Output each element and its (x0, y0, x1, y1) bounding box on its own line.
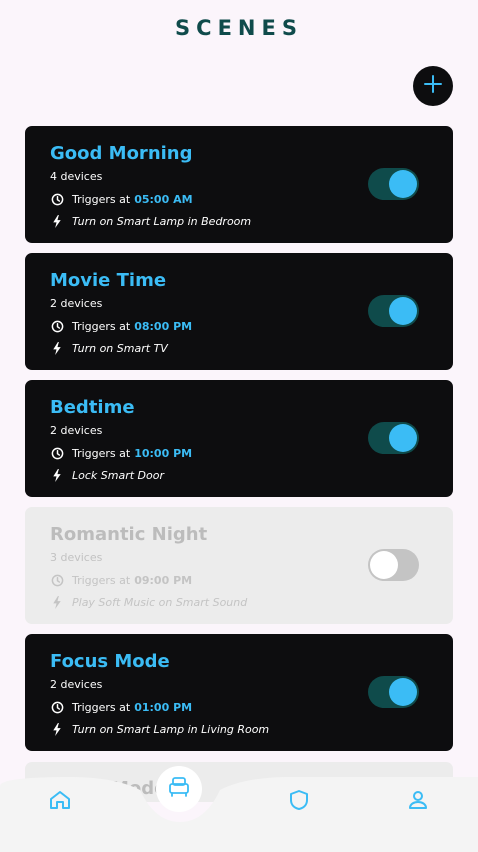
toggle-knob (389, 297, 417, 325)
scene-toggle[interactable] (368, 676, 419, 708)
scene-card[interactable]: Bedtime 2 devices Triggers at 10:00 PM L… (25, 380, 453, 497)
device-count: 2 devices (50, 297, 103, 310)
scene-name: Good Morning (50, 143, 193, 164)
lightning-icon (50, 214, 64, 228)
action-text: Play Soft Music on Smart Sound (72, 595, 248, 609)
scene-name: Romantic Night (50, 524, 208, 545)
lightning-icon (50, 722, 64, 736)
scene-toggle[interactable] (368, 422, 419, 454)
action-text: Turn on Smart TV (72, 341, 168, 355)
clock-icon (50, 192, 64, 206)
page-title: SCENES (175, 16, 303, 40)
trigger-time: 08:00 PM (134, 319, 193, 333)
toggle-knob (370, 551, 398, 579)
trigger-time: 09:00 PM (134, 573, 193, 587)
scene-name: Focus Mode (50, 651, 170, 672)
lightning-icon (50, 468, 64, 482)
device-count: 3 devices (50, 551, 103, 564)
toggle-knob (389, 424, 417, 452)
trigger-label: Triggers at (72, 192, 131, 206)
action-text: Lock Smart Door (72, 468, 164, 482)
scene-card[interactable]: Focus Mode 2 devices Triggers at 01:00 P… (25, 634, 453, 751)
device-count: 2 devices (50, 424, 103, 437)
trigger-time: 05:00 AM (134, 192, 193, 206)
action-text: Turn on Smart Lamp in Bedroom (72, 214, 252, 228)
action-text: Turn on Smart Lamp in Living Room (72, 722, 270, 736)
clock-icon (50, 573, 64, 587)
clock-icon (50, 319, 64, 333)
scene-card[interactable]: Good Morning 4 devices Triggers at 05:00… (25, 126, 453, 243)
trigger-time: 01:00 PM (134, 700, 193, 714)
nav-scenes[interactable] (156, 766, 202, 812)
clock-icon (50, 700, 64, 714)
lightning-icon (50, 595, 64, 609)
device-count: 2 devices (50, 678, 103, 691)
lightning-icon (50, 341, 64, 355)
scene-name: Movie Time (50, 270, 167, 291)
home-icon (48, 788, 72, 816)
scene-card[interactable]: Movie Time 2 devices Triggers at 08:00 P… (25, 253, 453, 370)
device-count: 4 devices (50, 170, 103, 183)
nav-profile[interactable] (398, 782, 438, 822)
trigger-time: 10:00 PM (134, 446, 193, 460)
scene-card-disabled[interactable]: Romantic Night 3 devices Triggers at 09:… (25, 507, 453, 624)
trigger-label: Triggers at (72, 446, 131, 460)
trigger-label: Triggers at (72, 573, 131, 587)
scene-name: Bedtime (50, 397, 135, 418)
nav-security[interactable] (279, 782, 319, 822)
scene-toggle[interactable] (368, 549, 419, 581)
add-scene-button[interactable] (413, 66, 453, 106)
sofa-icon (166, 774, 192, 804)
trigger-label: Triggers at (72, 700, 131, 714)
plus-icon (423, 73, 443, 99)
clock-icon (50, 446, 64, 460)
scene-toggle[interactable] (368, 168, 419, 200)
toggle-knob (389, 170, 417, 198)
scene-toggle[interactable] (368, 295, 419, 327)
shield-icon (287, 788, 311, 816)
toggle-knob (389, 678, 417, 706)
user-icon (406, 788, 430, 816)
nav-home[interactable] (40, 782, 80, 822)
trigger-label: Triggers at (72, 319, 131, 333)
bottom-nav (0, 766, 478, 852)
